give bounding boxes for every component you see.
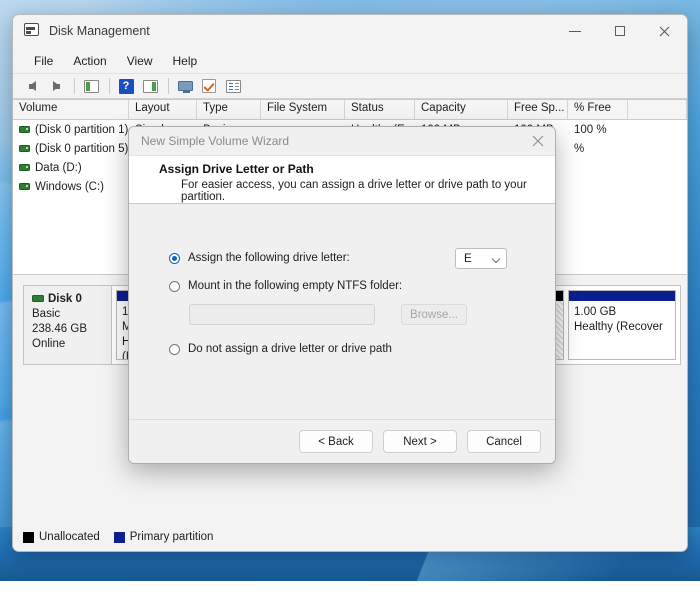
partition-block[interactable]: 1.00 GB Healthy (Recover xyxy=(568,290,676,360)
wizard-header: Assign Drive Letter or Path For easier a… xyxy=(129,155,555,204)
forward-arrow-icon[interactable] xyxy=(45,76,67,97)
title-bar: Disk Management xyxy=(13,15,687,48)
wizard-footer: < Back Next > Cancel xyxy=(129,419,555,463)
column-header-capacity[interactable]: Capacity xyxy=(415,100,508,119)
legend-label: Primary partition xyxy=(130,531,214,543)
close-button[interactable] xyxy=(642,15,687,48)
close-icon[interactable] xyxy=(521,127,555,155)
disk-status: Online xyxy=(32,337,111,352)
wizard-subheading: For easier access, you can assign a driv… xyxy=(159,179,555,203)
cell-volume: Windows (C:) xyxy=(13,181,129,193)
menu-bar: File Action View Help xyxy=(13,48,687,74)
volume-icon xyxy=(19,183,30,190)
legend-item-unallocated: Unallocated xyxy=(23,531,100,543)
folder-path-row: Browse... xyxy=(189,304,555,325)
legend-item-primary-partition: Primary partition xyxy=(114,531,214,543)
legend-swatch-primary xyxy=(114,532,125,543)
new-simple-volume-wizard-dialog: New Simple Volume Wizard Assign Drive Le… xyxy=(128,126,556,464)
volume-icon xyxy=(19,145,30,152)
disk-size: 238.46 GB xyxy=(32,322,111,337)
menu-file[interactable]: File xyxy=(25,51,62,71)
properties-icon[interactable] xyxy=(222,76,244,97)
option-label: Mount in the following empty NTFS folder… xyxy=(188,280,402,292)
legend-label: Unallocated xyxy=(39,531,100,543)
volume-icon xyxy=(19,164,30,171)
partition-size: 1.00 GB xyxy=(574,305,670,320)
disk-icon xyxy=(32,295,44,302)
radio-no-drive-letter[interactable] xyxy=(169,344,180,355)
window-title: Disk Management xyxy=(49,24,552,38)
disk-type: Basic xyxy=(32,307,111,322)
wizard-title-bar: New Simple Volume Wizard xyxy=(129,127,555,155)
cell-volume: (Disk 0 partition 5) xyxy=(13,143,129,155)
column-header-file-system[interactable]: File System xyxy=(261,100,345,119)
option-label: Assign the following drive letter: xyxy=(188,252,350,264)
checkmark-icon[interactable] xyxy=(198,76,220,97)
maximize-button[interactable] xyxy=(597,15,642,48)
folder-path-input[interactable] xyxy=(189,304,375,325)
cell-percent-free: 100 % xyxy=(568,124,628,136)
column-header-layout[interactable]: Layout xyxy=(129,100,197,119)
drive-letter-value: E xyxy=(464,253,472,265)
volume-table-header: Volume Layout Type File System Status Ca… xyxy=(13,100,687,120)
option-mount-ntfs-folder[interactable]: Mount in the following empty NTFS folder… xyxy=(169,280,555,292)
next-button[interactable]: Next > xyxy=(383,430,457,453)
menu-action[interactable]: Action xyxy=(64,51,115,71)
legend: Unallocated Primary partition xyxy=(23,531,227,543)
cell-volume: Data (D:) xyxy=(13,162,129,174)
toolbar-separator xyxy=(74,78,75,94)
legend-swatch-unallocated xyxy=(23,532,34,543)
disk-name: Disk 0 xyxy=(32,292,111,307)
wizard-body: Assign the following drive letter: E Mou… xyxy=(129,204,555,419)
volume-icon xyxy=(19,126,30,133)
toolbar-separator xyxy=(168,78,169,94)
menu-help[interactable]: Help xyxy=(164,51,207,71)
minimize-button[interactable] xyxy=(552,15,597,48)
cancel-button[interactable]: Cancel xyxy=(467,430,541,453)
column-header-volume[interactable]: Volume xyxy=(13,100,129,119)
column-header-spacer xyxy=(628,100,687,119)
menu-view[interactable]: View xyxy=(118,51,162,71)
chevron-down-icon xyxy=(492,255,500,263)
show-hide-console-tree-icon[interactable] xyxy=(80,76,102,97)
back-button[interactable]: < Back xyxy=(299,430,373,453)
show-hide-action-pane-icon[interactable] xyxy=(139,76,161,97)
wizard-title: New Simple Volume Wizard xyxy=(141,134,521,148)
back-arrow-icon[interactable] xyxy=(21,76,43,97)
drive-letter-dropdown[interactable]: E xyxy=(455,248,507,269)
help-icon[interactable]: ? xyxy=(115,76,137,97)
wizard-heading: Assign Drive Letter or Path xyxy=(159,162,555,176)
column-header-percent-free[interactable]: % Free xyxy=(568,100,628,119)
column-header-type[interactable]: Type xyxy=(197,100,261,119)
partition-body: 1.00 GB Healthy (Recover xyxy=(569,301,675,359)
rescan-disks-icon[interactable] xyxy=(174,76,196,97)
browse-button[interactable]: Browse... xyxy=(401,304,467,325)
toolbar-separator xyxy=(109,78,110,94)
radio-mount-ntfs-folder[interactable] xyxy=(169,281,180,292)
partition-cap xyxy=(569,291,675,301)
option-label: Do not assign a drive letter or drive pa… xyxy=(188,343,392,355)
column-header-status[interactable]: Status xyxy=(345,100,415,119)
partition-status: Healthy (Recover xyxy=(574,320,670,335)
column-header-free-space[interactable]: Free Sp... xyxy=(508,100,568,119)
option-no-drive-letter[interactable]: Do not assign a drive letter or drive pa… xyxy=(169,343,555,355)
cell-percent-free: % xyxy=(568,143,628,155)
disk-info-panel[interactable]: Disk 0 Basic 238.46 GB Online xyxy=(24,286,112,364)
cell-volume: (Disk 0 partition 1) xyxy=(13,124,129,136)
radio-assign-drive-letter[interactable] xyxy=(169,253,180,264)
disk-management-icon xyxy=(24,23,40,39)
toolbar: ? xyxy=(13,74,687,99)
